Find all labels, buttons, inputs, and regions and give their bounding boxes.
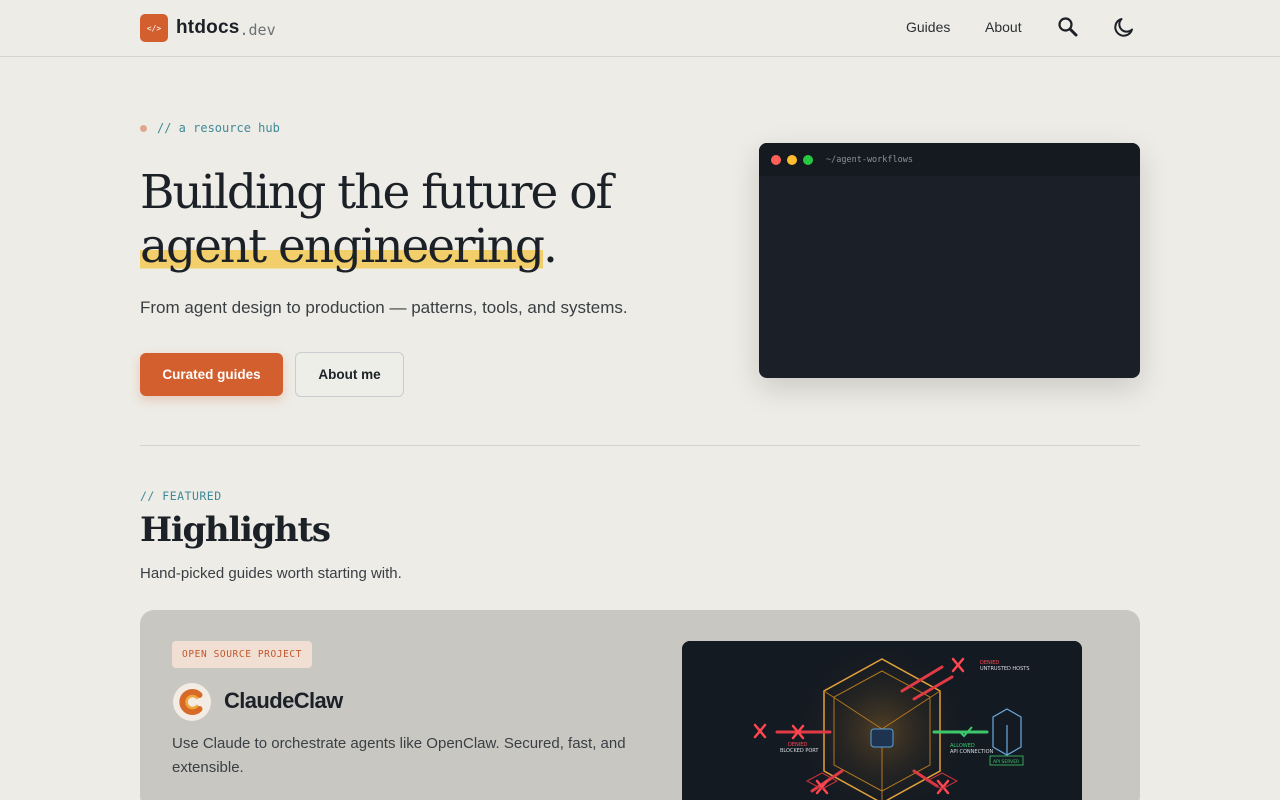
terminal-path: ~/agent-workflows	[826, 154, 913, 165]
section-divider	[140, 445, 1140, 446]
api-server-label: API SERVER	[993, 759, 1019, 765]
hero-title-highlight: agent engineering	[140, 219, 545, 274]
claudeclaw-logo-icon	[173, 683, 211, 721]
close-dot-icon	[771, 154, 781, 165]
search-button[interactable]	[1056, 15, 1080, 39]
denied-hosts-label: UNTRUSTED HOSTS	[980, 666, 1030, 672]
featured-project-card[interactable]: OPEN SOURCE PROJECT ClaudeClaw Use Claud…	[140, 610, 1140, 800]
project-name: ClaudeClaw	[224, 688, 343, 713]
status-dot	[140, 124, 147, 132]
search-icon	[1058, 17, 1078, 37]
project-description: Use Claude to orchestrate agents like Op…	[172, 735, 626, 776]
featured-title: Highlights	[140, 510, 331, 550]
hero-eyebrow: // a resource hub	[140, 121, 280, 135]
hero-eyebrow-text: // a resource hub	[157, 121, 280, 135]
hero-title-end: .	[542, 219, 558, 274]
code-brackets-icon: </>	[140, 14, 168, 42]
minimize-dot-icon	[787, 154, 797, 165]
denied-port-label: BLOCKED PORT	[780, 748, 819, 754]
terminal-titlebar: ~/agent-workflows	[759, 143, 1140, 176]
terminal-window: ~/agent-workflows	[759, 143, 1140, 378]
hero-title: Building the future of agent engineering…	[140, 166, 700, 274]
featured-eyebrow: // FEATURED	[140, 489, 222, 503]
allowed-label: API CONNECTION	[950, 749, 994, 755]
project-illustration: DENIED UNTRUSTED HOSTS DENIED BLOCKED PO…	[682, 641, 1082, 800]
featured-subtitle: Hand-picked guides worth starting with.	[140, 565, 402, 582]
theme-toggle-button[interactable]	[1112, 15, 1136, 39]
curated-guides-button[interactable]: Curated guides	[140, 353, 283, 396]
top-nav: </> htdocs .dev Guides About	[0, 0, 1280, 57]
hero-title-line1: Building the future of	[140, 165, 613, 220]
about-me-button[interactable]: About me	[295, 352, 404, 397]
moon-icon	[1114, 18, 1133, 37]
nav-link-about[interactable]: About	[985, 19, 1022, 35]
site-name: htdocs	[176, 17, 240, 38]
maximize-dot-icon	[803, 154, 813, 165]
site-tld: .dev	[239, 20, 276, 39]
hero-subtitle: From agent design to production — patter…	[140, 298, 628, 317]
site-logo[interactable]: </> htdocs .dev	[140, 14, 276, 42]
project-badge: OPEN SOURCE PROJECT	[172, 641, 313, 668]
nav-link-guides[interactable]: Guides	[906, 19, 950, 35]
